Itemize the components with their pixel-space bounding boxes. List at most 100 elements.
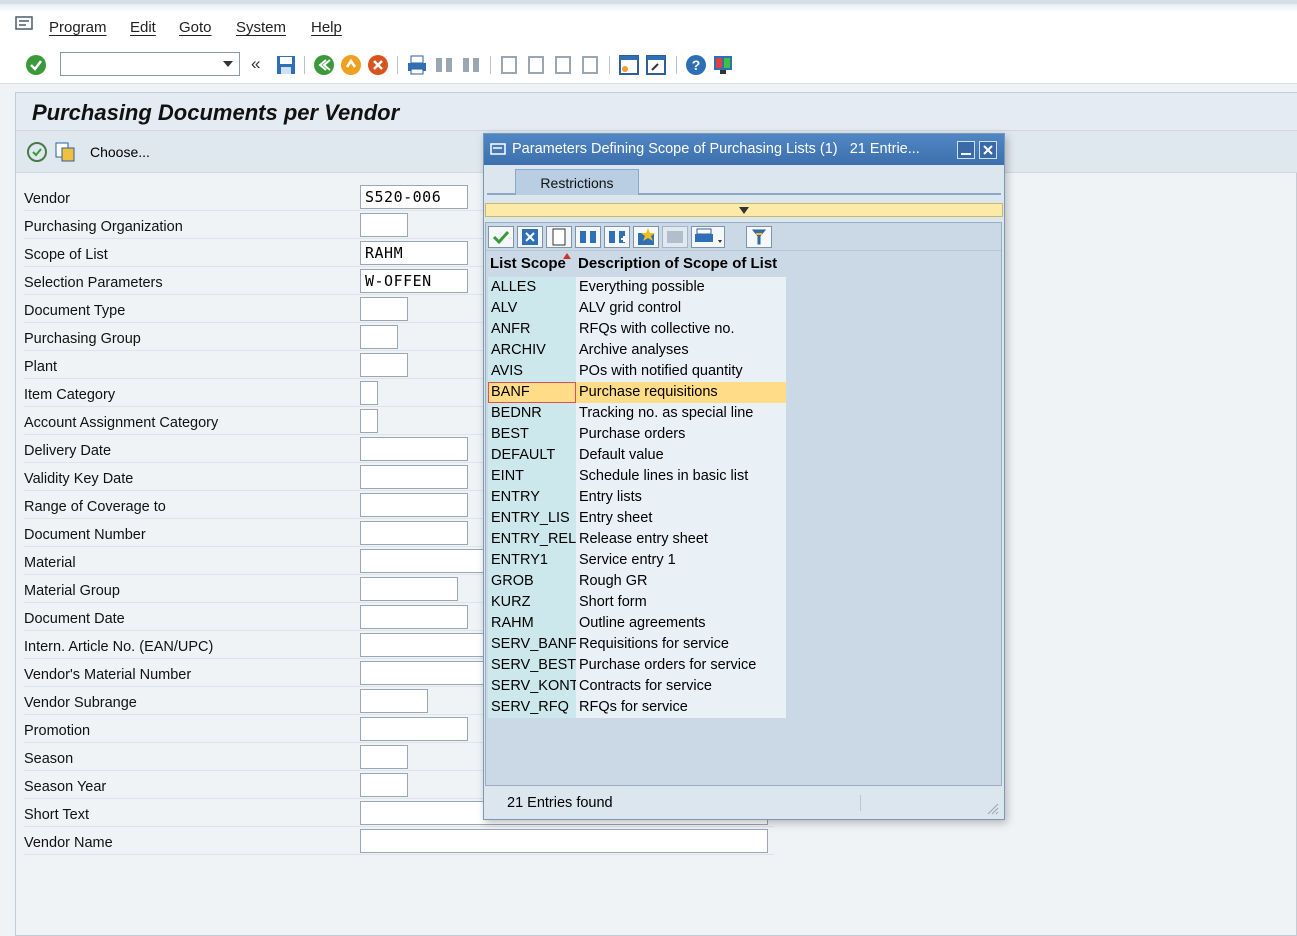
- list-scope-cell[interactable]: BEST: [488, 424, 576, 445]
- field-input[interactable]: [360, 605, 468, 629]
- print-button[interactable]: [691, 226, 725, 248]
- list-scope-cell[interactable]: ALLES: [488, 277, 576, 298]
- menu-help[interactable]: Help: [311, 19, 342, 36]
- list-item[interactable]: BANF Purchase requisitions: [488, 382, 786, 403]
- add-favorite-button[interactable]: [633, 226, 659, 248]
- find-next-button[interactable]: [604, 226, 630, 248]
- list-item[interactable]: ALV ALV grid control: [488, 298, 786, 319]
- field-input[interactable]: RAHM: [360, 241, 468, 265]
- new-session-icon[interactable]: [618, 54, 640, 76]
- list-scope-cell[interactable]: AVIS: [488, 361, 576, 382]
- copy-button[interactable]: [488, 226, 514, 248]
- next-page-icon[interactable]: [552, 54, 574, 76]
- description-cell[interactable]: Rough GR: [576, 571, 786, 592]
- list-scope-cell[interactable]: ARCHIV: [488, 340, 576, 361]
- find-icon[interactable]: [433, 54, 455, 76]
- back-icon[interactable]: [313, 54, 335, 76]
- tab-restrictions[interactable]: Restrictions: [515, 169, 639, 195]
- list-item[interactable]: SERV_KONT Contracts for service: [488, 676, 786, 697]
- filter-button[interactable]: [746, 226, 772, 248]
- list-item[interactable]: KURZ Short form: [488, 592, 786, 613]
- description-cell[interactable]: Outline agreements: [576, 613, 786, 634]
- cancel-icon[interactable]: [367, 54, 389, 76]
- list-scope-cell[interactable]: SERV_BANF: [488, 634, 577, 655]
- customize-layout-icon[interactable]: [712, 54, 734, 76]
- save-icon[interactable]: [275, 54, 297, 76]
- help-icon[interactable]: ?: [685, 54, 707, 76]
- restrictions-toggle-bar[interactable]: [485, 203, 1003, 217]
- menu-icon[interactable]: [15, 16, 33, 30]
- list-scope-cell[interactable]: GROB: [488, 571, 576, 592]
- description-cell[interactable]: Default value: [576, 445, 786, 466]
- description-cell[interactable]: Service entry 1: [576, 550, 786, 571]
- choose-button[interactable]: Choose...: [90, 144, 150, 160]
- cancel-button[interactable]: [517, 226, 543, 248]
- column-header-list-scope[interactable]: List Scope: [490, 255, 566, 272]
- field-input[interactable]: [360, 829, 768, 853]
- list-item[interactable]: SERV_BANF Requisitions for service: [488, 634, 786, 655]
- chevron-down-icon[interactable]: [223, 61, 233, 67]
- field-input[interactable]: [360, 773, 408, 797]
- command-field[interactable]: [60, 52, 240, 76]
- list-scope-cell[interactable]: SERV_BEST: [488, 655, 576, 676]
- minimize-button[interactable]: [957, 141, 975, 159]
- list-item[interactable]: ENTRY Entry lists: [488, 487, 786, 508]
- field-input[interactable]: [360, 353, 408, 377]
- field-input[interactable]: [360, 493, 468, 517]
- previous-page-icon[interactable]: [525, 54, 547, 76]
- list-scope-cell[interactable]: ENTRY_LIS: [488, 508, 576, 529]
- description-cell[interactable]: Entry lists: [576, 487, 786, 508]
- list-scope-cell[interactable]: BEDNR: [488, 403, 576, 424]
- list-scope-cell[interactable]: ENTRY_REL: [488, 529, 576, 550]
- description-cell[interactable]: Contracts for service: [576, 676, 786, 697]
- list-scope-cell[interactable]: SERV_RFQ: [488, 697, 576, 718]
- description-cell[interactable]: Requisitions for service: [576, 634, 786, 655]
- list-scope-cell[interactable]: DEFAULT: [488, 445, 576, 466]
- list-item[interactable]: RAHM Outline agreements: [488, 613, 786, 634]
- list-item[interactable]: DEFAULT Default value: [488, 445, 786, 466]
- description-cell[interactable]: Release entry sheet: [576, 529, 786, 550]
- description-cell[interactable]: Tracking no. as special line: [576, 403, 786, 424]
- list-item[interactable]: BEST Purchase orders: [488, 424, 786, 445]
- info-button[interactable]: [662, 226, 688, 248]
- find-button[interactable]: [575, 226, 601, 248]
- menu-goto[interactable]: Goto: [179, 19, 212, 36]
- list-item[interactable]: ENTRY_REL Release entry sheet: [488, 529, 786, 550]
- list-scope-cell[interactable]: ENTRY: [488, 487, 576, 508]
- description-cell[interactable]: Purchase orders for service: [576, 655, 786, 676]
- list-scope-cell[interactable]: KURZ: [488, 592, 576, 613]
- list-scope-cell[interactable]: RAHM: [488, 613, 576, 634]
- description-cell[interactable]: Purchase orders: [576, 424, 786, 445]
- close-button[interactable]: [979, 141, 997, 159]
- field-input[interactable]: [360, 437, 468, 461]
- list-item[interactable]: ARCHIV Archive analyses: [488, 340, 786, 361]
- enter-check-icon[interactable]: [25, 54, 47, 76]
- field-input[interactable]: [360, 325, 398, 349]
- first-page-icon[interactable]: [498, 54, 520, 76]
- description-cell[interactable]: RFQs with collective no.: [576, 319, 786, 340]
- field-input[interactable]: [360, 213, 408, 237]
- field-input[interactable]: W-OFFEN: [360, 269, 468, 293]
- list-item[interactable]: AVIS POs with notified quantity: [488, 361, 786, 382]
- list-scope-cell[interactable]: SERV_KONT: [488, 676, 579, 697]
- description-cell[interactable]: Purchase requisitions: [576, 382, 786, 403]
- menu-program[interactable]: Program: [49, 19, 107, 36]
- field-input[interactable]: [360, 465, 468, 489]
- description-cell[interactable]: Short form: [576, 592, 786, 613]
- list-item[interactable]: SERV_RFQ RFQs for service: [488, 697, 786, 718]
- field-input[interactable]: [360, 745, 408, 769]
- execute-icon[interactable]: [26, 141, 48, 163]
- list-scope-cell[interactable]: BANF: [488, 382, 576, 403]
- menu-icon[interactable]: [490, 143, 506, 155]
- list-scope-cell[interactable]: ALV: [488, 298, 576, 319]
- list-item[interactable]: SERV_BEST Purchase orders for service: [488, 655, 786, 676]
- list-item[interactable]: BEDNR Tracking no. as special line: [488, 403, 786, 424]
- resize-grip-icon[interactable]: [985, 801, 999, 815]
- list-scope-cell[interactable]: ANFR: [488, 319, 576, 340]
- description-cell[interactable]: ALV grid control: [576, 298, 786, 319]
- double-left-icon[interactable]: «: [251, 54, 260, 74]
- new-entry-button[interactable]: [546, 226, 572, 248]
- field-input[interactable]: [360, 381, 378, 405]
- print-icon[interactable]: [406, 54, 428, 76]
- field-input[interactable]: [360, 577, 458, 601]
